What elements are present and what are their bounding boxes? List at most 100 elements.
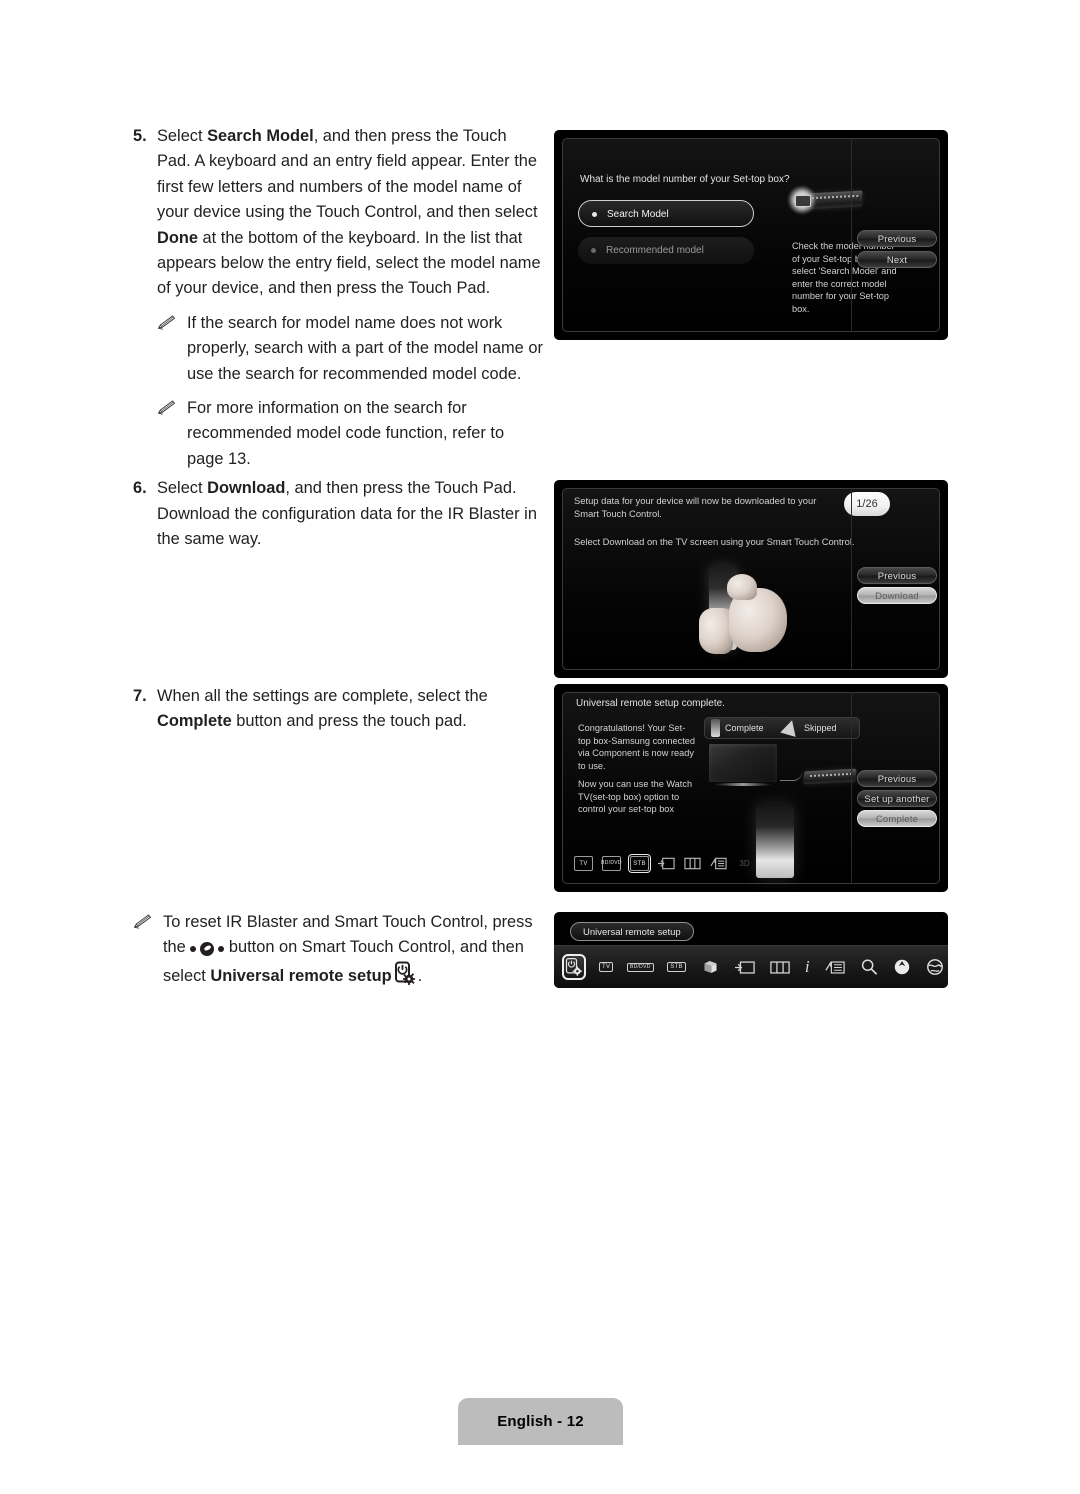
panel2-download-button[interactable]: Download <box>857 587 937 604</box>
step-6-number: 6. <box>133 479 147 498</box>
panel3-complete-button[interactable]: Complete <box>857 810 937 827</box>
option-recommended-model[interactable]: Recommended model <box>578 237 754 264</box>
source-icon[interactable] <box>658 857 675 870</box>
source-icon-svg <box>734 960 755 974</box>
option-search-model[interactable]: Search Model <box>578 200 754 227</box>
schedule-icon-svg <box>824 960 845 974</box>
source-icon-svg <box>658 857 675 870</box>
step-6-rich: Select Download, and then press the Touc… <box>157 479 537 548</box>
panel2-line2: Select Download on the TV screen using y… <box>574 536 855 547</box>
hand-fingers <box>699 608 733 654</box>
search-icon-svg <box>861 959 877 975</box>
apps-icon[interactable] <box>893 956 911 978</box>
tv-icon[interactable]: TV <box>599 956 614 978</box>
note-3-seg4: . <box>417 966 423 985</box>
note-2-text: For more information on the search for r… <box>187 399 505 468</box>
sound-icon-svg <box>704 960 717 974</box>
source-icon[interactable] <box>734 956 755 978</box>
step-7-rich: When all the settings are complete, sele… <box>157 687 488 730</box>
panel1-previous-button[interactable]: Previous <box>857 230 937 247</box>
universal-remote-setup-icon[interactable] <box>562 954 586 980</box>
schedule-icon-svg <box>710 857 727 870</box>
screenshot-panel-setup-complete: Universal remote setup complete. Complet… <box>554 684 948 892</box>
multiview-icon[interactable] <box>684 857 701 870</box>
step-7-body: When all the settings are complete, sele… <box>157 684 543 735</box>
step-7-column: 7. When all the settings are complete, s… <box>133 684 543 739</box>
option-search-model-label: Search Model <box>607 209 669 220</box>
emphasis-text: Download <box>207 479 286 498</box>
stb-icon[interactable]: STB <box>628 854 651 873</box>
panel3-set-up-another-button[interactable]: Set up another <box>857 790 937 807</box>
info-icon[interactable]: i <box>805 956 810 978</box>
schedule-icon[interactable] <box>824 956 845 978</box>
web-browser-icon-svg <box>926 959 943 975</box>
smart-touch-control-image <box>756 804 794 878</box>
universal-remote-setup-icon-svg <box>565 958 582 976</box>
note-3-column: To reset IR Blaster and Smart Touch Cont… <box>133 910 548 993</box>
note-3-text: To reset IR Blaster and Smart Touch Cont… <box>163 910 548 989</box>
toolbar-tooltip: Universal remote setup <box>570 922 694 941</box>
hand-thumb <box>727 574 757 600</box>
screenshot-panel-download: Setup data for your device will now be d… <box>554 480 948 678</box>
body-text: Select <box>157 479 208 498</box>
body-text: When all the settings are complete, sele… <box>157 687 488 705</box>
multiview-icon[interactable] <box>770 956 790 978</box>
web-browser-icon[interactable] <box>926 956 944 978</box>
panel3-previous-button[interactable]: Previous <box>857 770 937 787</box>
panel3-button-rail <box>851 692 940 884</box>
multiview-icon-svg <box>770 960 790 974</box>
panel3-title: Universal remote setup complete. <box>576 698 725 709</box>
bd-dvd-icon[interactable]: BD/DVD <box>626 956 654 978</box>
screenshot-panel-search-model: What is the model number of your Set-top… <box>554 130 948 340</box>
pencil-icon <box>133 910 163 930</box>
pencil-icon <box>133 311 187 331</box>
panel2-line1: Setup data for your device will now be d… <box>574 495 817 519</box>
status-skipped-label: Skipped <box>804 723 837 733</box>
universal-remote-setup-icon <box>392 961 418 987</box>
panel1-next-button[interactable]: Next <box>857 251 937 268</box>
tv-stand <box>714 783 772 786</box>
option-recommended-model-label: Recommended model <box>606 245 704 256</box>
emphasis-text: Done <box>157 228 198 247</box>
status-complete-label: Complete <box>725 723 764 733</box>
toolbar: TV BD/DVD STB i ? <box>554 945 948 988</box>
3d-icon[interactable]: 3D <box>736 857 753 870</box>
step-5-number: 5. <box>133 127 147 145</box>
note-1: If the search for model name does not wo… <box>133 311 543 387</box>
apps-icon-svg <box>894 959 909 975</box>
note-3-seg3: Universal remote setup <box>210 966 392 985</box>
tv-icon[interactable]: TV <box>574 856 593 871</box>
panel2-previous-button[interactable]: Previous <box>857 567 937 584</box>
search-icon[interactable] <box>860 956 878 978</box>
step-6: 6. Select Download, and then press the T… <box>133 476 543 552</box>
step-5-body: Select Search Model, and then press the … <box>157 124 543 302</box>
body-text: Select <box>157 127 208 145</box>
remote-icon <box>711 719 720 737</box>
panel3-icon-strip: TV BD/DVD STB 3D <box>574 854 753 873</box>
radio-bullet-icon <box>591 248 596 253</box>
tv-image <box>709 744 777 782</box>
note-1-text: If the search for model name does not wo… <box>187 313 543 383</box>
body-text: button and press the touch pad. <box>231 712 467 731</box>
emphasis-text: Search Model <box>207 127 314 145</box>
stb-icon[interactable]: STB <box>667 956 686 978</box>
step-7: 7. When all the settings are complete, s… <box>133 684 543 735</box>
instruction-text-column: 5. Select Search Model, and then press t… <box>133 124 543 557</box>
bd-dvd-icon[interactable]: BD/DVD <box>601 856 622 871</box>
pencil-icon-svg <box>157 315 176 330</box>
panel3-body1: Congratulations! Your Set-top box-Samsun… <box>578 723 695 771</box>
note-3: To reset IR Blaster and Smart Touch Cont… <box>133 910 548 989</box>
hand-holding-remote-illustration <box>697 566 807 660</box>
radio-bullet-icon <box>592 212 597 217</box>
step-5: 5. Select Search Model, and then press t… <box>133 124 543 302</box>
set-top-box-highlight-icon <box>787 185 817 215</box>
reset-button-icon <box>190 942 225 957</box>
sound-icon[interactable] <box>701 956 720 978</box>
set-top-box-image <box>803 768 857 785</box>
multiview-icon-svg <box>684 857 701 870</box>
screenshot-panel-toolbar: Universal remote setup TV BD/DVD STB i <box>554 912 948 988</box>
step-5-rich: Select Search Model, and then press the … <box>157 127 541 297</box>
note-2: For more information on the search for r… <box>133 396 543 472</box>
schedule-icon[interactable] <box>710 857 727 870</box>
pencil-icon-svg <box>133 914 152 929</box>
